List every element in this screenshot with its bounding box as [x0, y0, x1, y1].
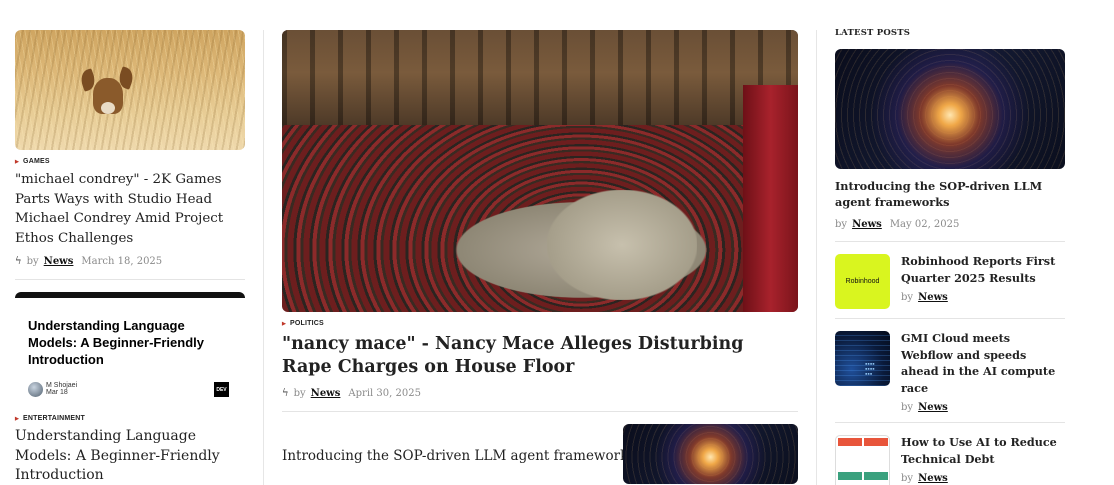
article-meta: by News [901, 292, 1065, 303]
column-divider [263, 30, 264, 485]
category-text: GAMES [23, 158, 50, 165]
article-meta: ϟ by News March 18, 2025 [15, 256, 245, 267]
gmi-thumbnail[interactable]: ▪▪▪▪ ▪▪▪▪ ▪▪▪ [835, 331, 890, 386]
red-curtain [743, 85, 798, 312]
author-link[interactable]: News [918, 292, 948, 303]
dev-logo-icon: DEV [214, 382, 229, 397]
deer-image[interactable] [15, 30, 245, 150]
by-label: by [293, 388, 306, 399]
author-link[interactable]: News [918, 402, 948, 413]
diagram-thumbnail[interactable] [835, 435, 890, 485]
author-link[interactable]: News [311, 388, 341, 399]
category-label[interactable]: ▶ ENTERTAINMENT [15, 415, 245, 422]
by-label: by [901, 402, 914, 413]
main-article-title[interactable]: "nancy mace" - Nancy Mace Alleges Distur… [282, 333, 792, 379]
diagram-box [864, 472, 888, 480]
chamber-floor [547, 190, 697, 300]
category-label[interactable]: ▶ GAMES [15, 158, 245, 165]
robinhood-thumbnail[interactable]: Robinhood [835, 254, 890, 309]
bolt-icon: ϟ [15, 256, 22, 267]
diagram-box [838, 438, 862, 446]
avatar [28, 382, 43, 397]
list-item: ▪▪▪▪ ▪▪▪▪ ▪▪▪ GMI Cloud meets Webflow and … [835, 319, 1065, 422]
dev-card-image[interactable]: Understanding Language Models: A Beginne… [15, 292, 245, 404]
gallery-balconies [282, 30, 798, 125]
category-label[interactable]: ▶ POLITICS [282, 320, 798, 327]
secondary-article: Introducing the SOP-driven LLM agent fra… [282, 424, 798, 485]
sop-image[interactable] [835, 49, 1065, 169]
latest-posts-sidebar: LATEST POSTS Introducing the SOP-driven … [835, 28, 1065, 485]
by-label: by [26, 256, 39, 267]
category-text: POLITICS [290, 320, 324, 327]
post-title[interactable]: GMI Cloud meets Webflow and speeds ahead… [901, 330, 1065, 396]
author-link[interactable]: News [852, 219, 882, 230]
latest-posts-heading: LATEST POSTS [835, 28, 911, 38]
article-meta: by News May 02, 2025 [835, 219, 1065, 230]
by-label: by [901, 473, 914, 484]
diagram-box [864, 438, 888, 446]
deer-snout [101, 102, 115, 114]
diagram-box [838, 472, 862, 480]
list-item: Robinhood Robinhood Reports First Quarte… [835, 242, 1065, 318]
article-meta: ϟ by News April 30, 2025 [282, 388, 798, 399]
divider [282, 411, 798, 412]
divider [15, 279, 245, 280]
article-meta: by News [901, 473, 1065, 484]
dev-card-author-name: M Shojaei [46, 382, 78, 389]
by-label: by [835, 219, 848, 230]
list-item: How to Use AI to Reduce Technical Debt b… [835, 423, 1065, 485]
dev-card-title: Understanding Language Models: A Beginne… [28, 318, 204, 367]
dev-card-author-date: Mar 18 [46, 389, 68, 396]
article-date: May 02, 2025 [889, 219, 960, 230]
column-divider [816, 30, 817, 485]
category-marker-icon: ▶ [15, 415, 20, 422]
author-link[interactable]: News [44, 256, 74, 267]
article-date: April 30, 2025 [348, 388, 421, 399]
category-text: ENTERTAINMENT [23, 415, 86, 422]
secondary-article-title[interactable]: Introducing the SOP-driven LLM agent fra… [282, 448, 635, 464]
article-title[interactable]: "michael condrey" - 2K Games Parts Ways … [15, 170, 245, 248]
post-title[interactable]: Robinhood Reports First Quarter 2025 Res… [901, 253, 1065, 286]
article-title[interactable]: Understanding Language Models: A Beginne… [15, 427, 245, 485]
parliament-image[interactable] [282, 30, 798, 312]
left-column: ▶ GAMES "michael condrey" - 2K Games Par… [15, 30, 245, 485]
robinhood-logo-text: Robinhood [845, 278, 880, 285]
author-link[interactable]: News [918, 473, 948, 484]
category-marker-icon: ▶ [282, 320, 287, 327]
article-date: March 18, 2025 [81, 256, 163, 267]
bolt-icon: ϟ [282, 388, 289, 399]
featured-post-title[interactable]: Introducing the SOP-driven LLM agent fra… [835, 178, 1063, 210]
post-title[interactable]: How to Use AI to Reduce Technical Debt [901, 434, 1065, 467]
main-column: ▶ POLITICS "nancy mace" - Nancy Mace All… [282, 30, 798, 485]
by-label: by [901, 292, 914, 303]
article-meta: by News [901, 402, 1065, 413]
galaxy-image[interactable] [623, 424, 798, 484]
gmi-thumbnail-pattern: ▪▪▪▪ ▪▪▪▪ ▪▪▪ [865, 361, 875, 376]
dev-card-author: M Shojaei Mar 18 [46, 382, 77, 396]
category-marker-icon: ▶ [15, 158, 20, 165]
